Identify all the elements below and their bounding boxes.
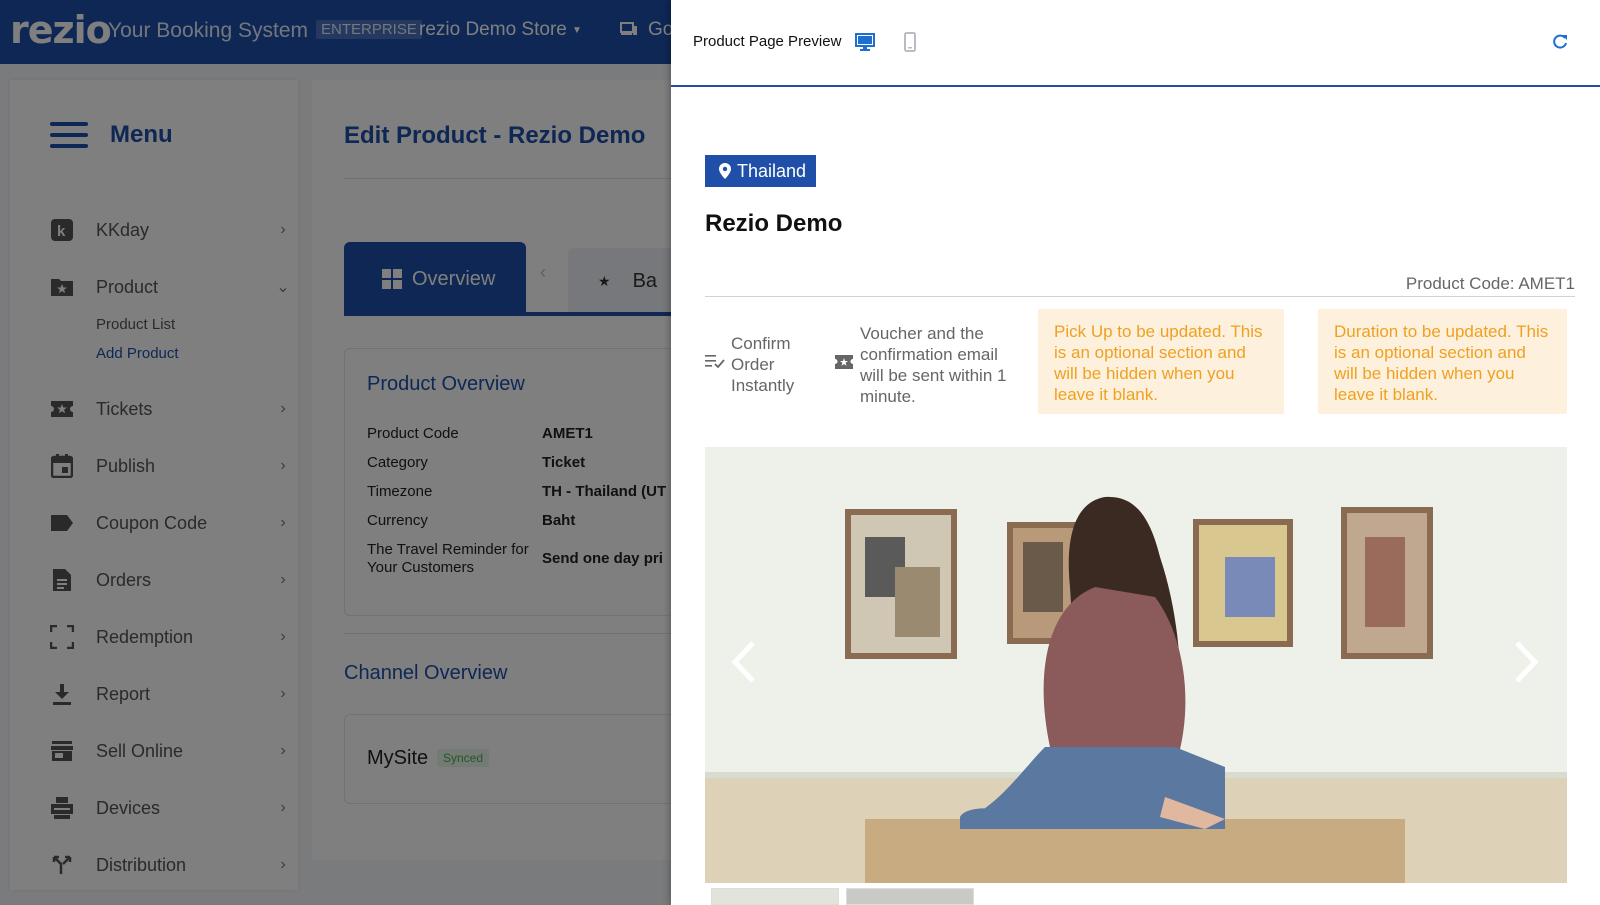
feature-confirm-text: Confirm Order Instantly (731, 334, 795, 395)
drawer-title: Product Page Preview (693, 33, 842, 50)
product-title: Rezio Demo (705, 210, 843, 237)
desktop-icon[interactable] (855, 33, 875, 51)
gallery-thumbnail[interactable] (846, 888, 974, 905)
instant-confirm-icon (705, 355, 725, 368)
drawer-header: Product Page Preview (671, 0, 1600, 87)
product-image-gallery (705, 447, 1567, 883)
divider (705, 296, 1575, 297)
gallery-thumbnail[interactable] (711, 888, 839, 905)
location-badge: Thailand (705, 155, 816, 187)
location-pin-icon (719, 163, 731, 179)
product-preview-drawer: Product Page Preview Thailand Rezio Demo… (671, 0, 1600, 905)
chevron-left-icon[interactable] (725, 637, 765, 687)
mobile-icon[interactable] (904, 32, 916, 52)
duration-note: Duration to be updated. This is an optio… (1318, 309, 1567, 414)
location-label: Thailand (737, 160, 807, 181)
pickup-note: Pick Up to be updated. This is an option… (1038, 309, 1284, 414)
modal-overlay[interactable] (0, 0, 671, 905)
chevron-right-icon[interactable] (1505, 637, 1545, 687)
feature-voucher-text: Voucher and the confirmation email will … (860, 324, 1007, 406)
gallery-photo (705, 447, 1567, 883)
product-code: Product Code: AMET1 (1405, 274, 1575, 293)
refresh-icon[interactable] (1551, 33, 1569, 51)
voucher-icon (835, 355, 853, 369)
